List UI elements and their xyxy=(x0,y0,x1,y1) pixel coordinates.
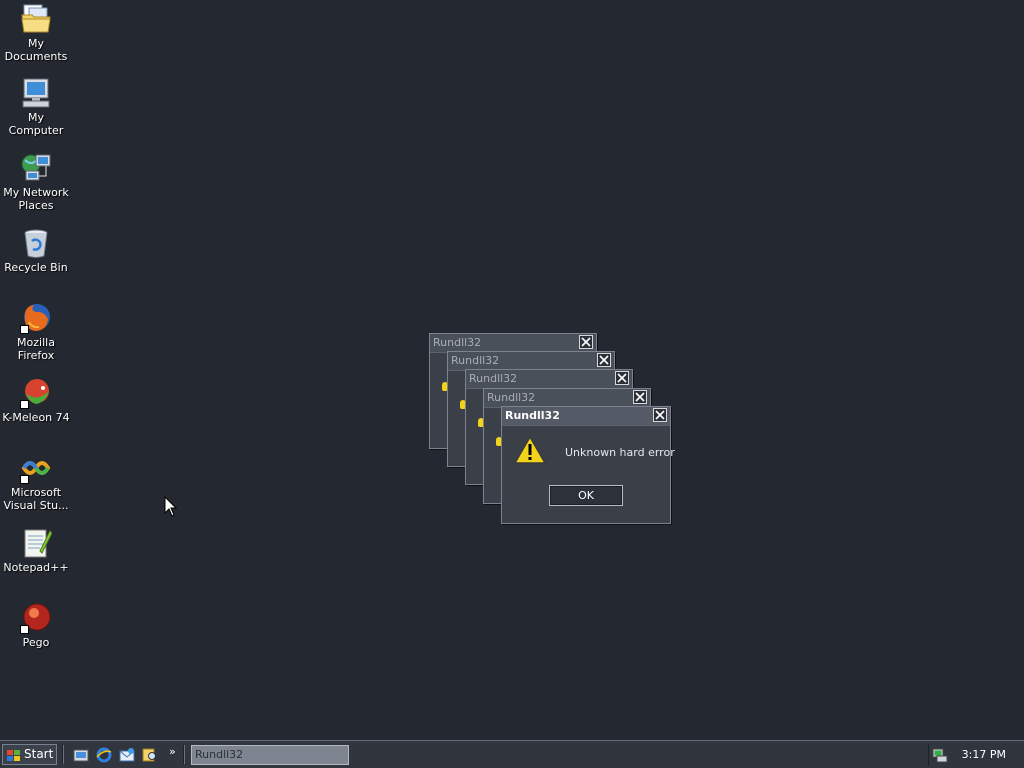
desktop-icon-label: My Computer xyxy=(8,111,64,137)
notepad-plus-plus-icon xyxy=(20,527,53,559)
desktop-icon-label: Mozilla Firefox xyxy=(17,336,55,362)
close-icon xyxy=(635,392,645,402)
dialog-titlebar[interactable]: Rundll32 xyxy=(502,407,670,426)
desktop-icon-notepad-plus-plus[interactable]: Notepad++ xyxy=(0,527,72,574)
taskbar: Start » Rundll32 3:17 PM xyxy=(0,740,1024,768)
system-tray: 3:17 PM xyxy=(928,744,1022,766)
taskbar-separator xyxy=(183,745,185,764)
visual-studio-icon xyxy=(20,452,52,484)
warning-icon xyxy=(514,435,546,468)
taskbar-button-rundll32[interactable]: Rundll32 xyxy=(191,745,349,765)
start-label: Start xyxy=(24,747,54,761)
close-icon xyxy=(599,355,609,365)
dialog-title: Rundll32 xyxy=(451,354,500,367)
start-button[interactable]: Start xyxy=(2,744,57,765)
close-button[interactable] xyxy=(653,408,667,422)
taskbar-separator xyxy=(62,745,64,764)
mouse-cursor-icon xyxy=(164,496,178,517)
dialog-title: Rundll32 xyxy=(469,372,518,385)
desktop: My Documents My Computer My Network Plac… xyxy=(0,0,1024,740)
close-icon xyxy=(617,373,627,383)
desktop-icon-my-network-places[interactable]: My Network Places xyxy=(0,152,72,212)
network-tray-icon[interactable] xyxy=(932,747,948,766)
recycle-bin-icon xyxy=(20,227,52,259)
dialog-title: Rundll32 xyxy=(505,409,560,422)
taskbar-clock[interactable]: 3:17 PM xyxy=(962,748,1006,761)
shortcut-arrow-icon xyxy=(20,400,29,409)
desktop-icon-label: My Network Places xyxy=(3,186,69,212)
desktop-icon-microsoft-visual-studio[interactable]: Microsoft Visual Stu... xyxy=(0,452,72,512)
close-button[interactable] xyxy=(579,335,593,349)
my-documents-folder-icon xyxy=(20,3,52,35)
desktop-icon-k-meleon[interactable]: K-Meleon 74 xyxy=(0,377,72,424)
close-icon xyxy=(655,410,665,420)
outlook-express-icon[interactable] xyxy=(119,747,135,763)
shortcut-arrow-icon xyxy=(20,325,29,334)
desktop-icon-recycle-bin[interactable]: Recycle Bin xyxy=(0,227,72,274)
dialog-title: Rundll32 xyxy=(487,391,536,404)
desktop-icon-label: Pego xyxy=(22,636,50,649)
desktop-icon-label: Notepad++ xyxy=(3,561,69,574)
desktop-icon-label: Recycle Bin xyxy=(4,261,68,274)
desktop-icon-label: Microsoft Visual Stu... xyxy=(3,486,69,512)
desktop-icon-label: K-Meleon 74 xyxy=(2,411,70,424)
ok-button[interactable]: OK xyxy=(549,485,623,506)
network-places-icon xyxy=(20,152,52,184)
shortcut-arrow-icon xyxy=(20,475,29,484)
desktop-icon-my-documents[interactable]: My Documents xyxy=(0,3,72,63)
shortcut-arrow-icon xyxy=(20,625,29,634)
my-computer-icon xyxy=(20,77,52,109)
internet-explorer-icon[interactable] xyxy=(96,747,112,763)
k-meleon-icon xyxy=(20,377,52,409)
desktop-icon-pego[interactable]: Pego xyxy=(0,602,72,649)
close-button[interactable] xyxy=(615,371,629,385)
dialog-titlebar[interactable]: Rundll32 xyxy=(466,370,632,389)
desktop-icon-label: My Documents xyxy=(4,37,68,63)
windows-flag-icon xyxy=(7,749,21,768)
dialog-title: Rundll32 xyxy=(433,336,482,349)
desktop-icon-my-computer[interactable]: My Computer xyxy=(0,77,72,137)
firefox-icon xyxy=(20,302,52,334)
close-icon xyxy=(581,337,591,347)
quick-launch-more-icon[interactable]: » xyxy=(169,745,176,758)
pego-icon xyxy=(20,602,52,634)
dialog-message: Unknown hard error xyxy=(565,446,675,459)
close-button[interactable] xyxy=(633,390,647,404)
search-icon[interactable] xyxy=(142,747,158,763)
close-button[interactable] xyxy=(597,353,611,367)
rundll32-dialog-active: Rundll32 Unknown hard error OK xyxy=(501,406,675,524)
desktop-icon-mozilla-firefox[interactable]: Mozilla Firefox xyxy=(0,302,72,362)
show-desktop-icon[interactable] xyxy=(73,747,89,763)
